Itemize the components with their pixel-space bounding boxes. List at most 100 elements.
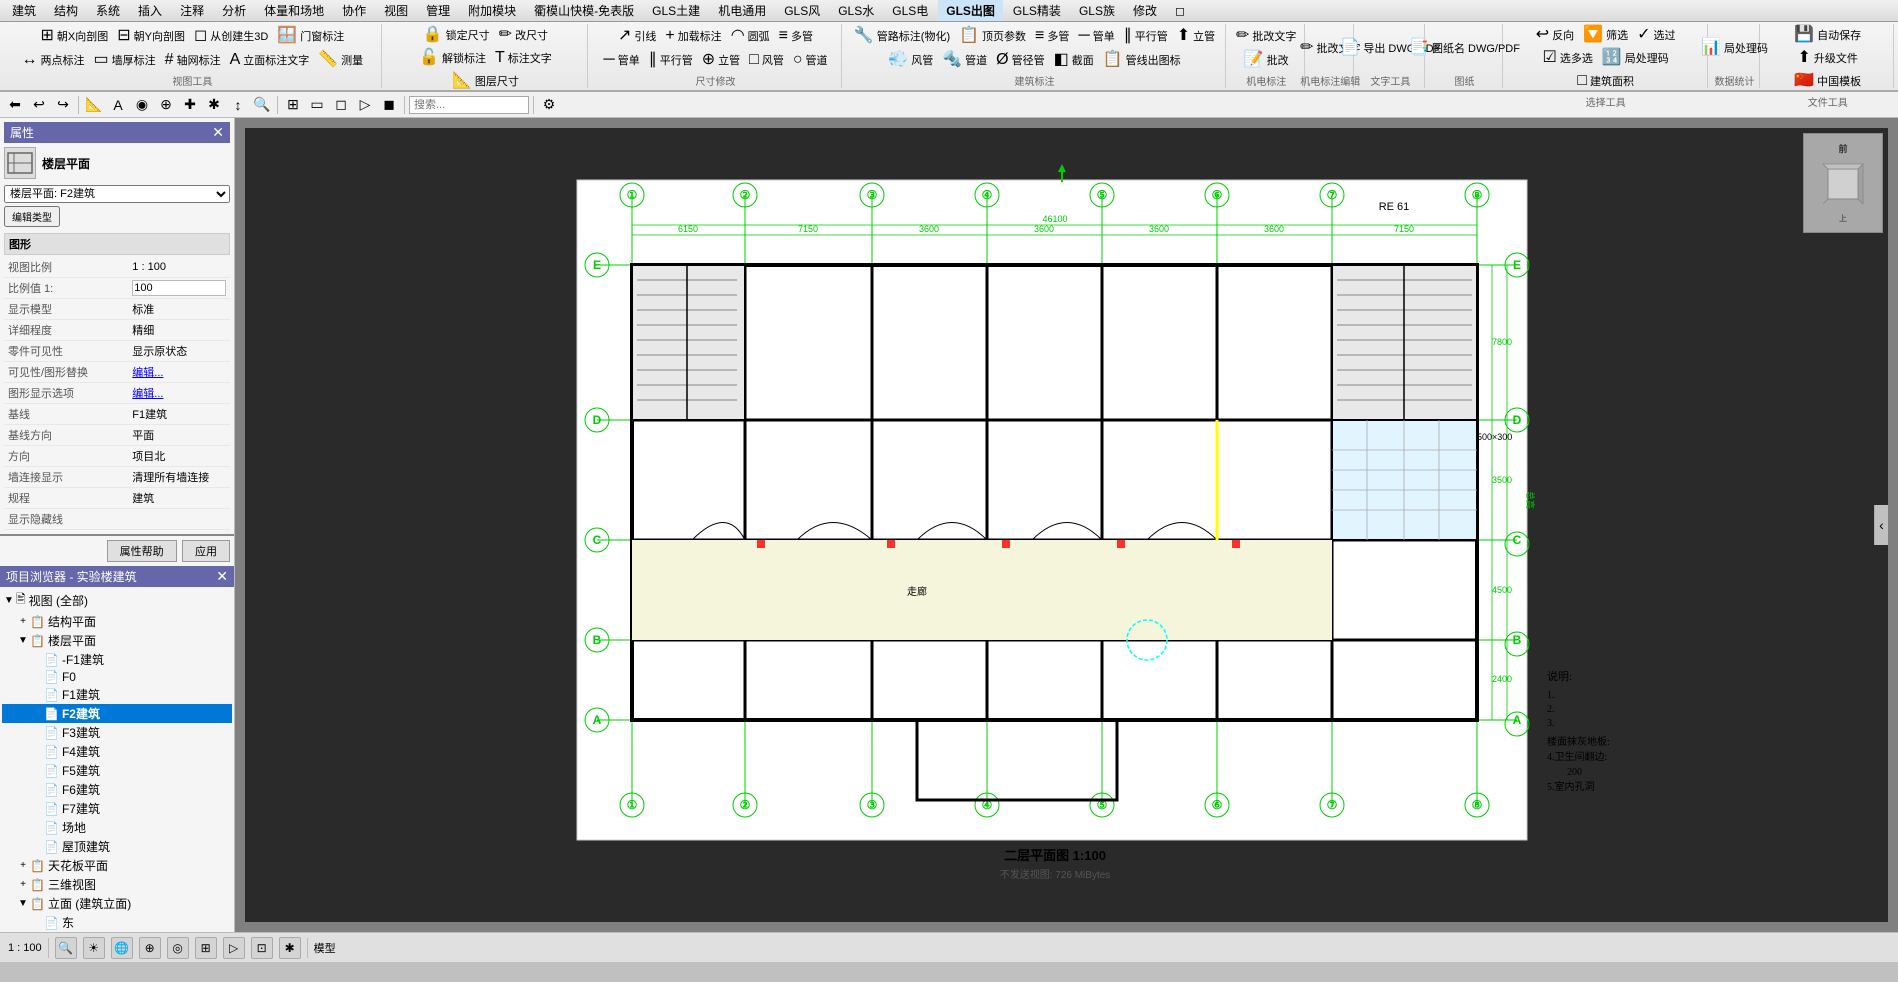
menu-item-注释[interactable]: 注释 bbox=[172, 0, 212, 21]
status-circle-btn[interactable]: ◎ bbox=[167, 937, 189, 959]
nav-cube[interactable]: 前 上 bbox=[1803, 133, 1883, 233]
btn-从创建3D[interactable]: ◻从创建生3D bbox=[190, 25, 272, 47]
btn-图层尺寸[interactable]: 📐图层尺寸 bbox=[448, 70, 523, 92]
tree-item-结构平面[interactable]: + 📋 结构平面 bbox=[2, 612, 232, 631]
tree-item-F1建筑1[interactable]: 📄 -F1建筑 bbox=[2, 650, 232, 669]
visibility-edit-link[interactable]: 编辑... bbox=[132, 367, 163, 379]
btn-中国模板[interactable]: 🇨🇳中国模板 bbox=[1790, 70, 1865, 92]
btn-引线[interactable]: ↗引线 bbox=[614, 25, 660, 47]
btn-朝Y向剖图[interactable]: ⊟朝Y向剖图 bbox=[113, 25, 189, 47]
menu-item-建筑[interactable]: 建筑 bbox=[4, 0, 44, 21]
status-zoom-btn[interactable]: 🔍 bbox=[55, 937, 77, 959]
properties-close-btn[interactable]: ✕ bbox=[212, 124, 224, 141]
tree-item-屋顶建筑[interactable]: 📄 屋顶建筑 bbox=[2, 837, 232, 856]
btn-平行管标注[interactable]: ∥平行管 bbox=[1120, 25, 1172, 47]
tb-rect[interactable]: ▭ bbox=[306, 94, 328, 116]
right-panel-toggle[interactable]: ‹ bbox=[1874, 505, 1888, 545]
prop-type-select[interactable]: 楼层平面: F2建筑 bbox=[4, 185, 230, 203]
tree-item-F0[interactable]: 📄 F0 bbox=[2, 669, 232, 685]
btn-管道标注[interactable]: 🔩管道 bbox=[938, 49, 991, 71]
tree-item-F7建筑[interactable]: 📄 F7建筑 bbox=[2, 799, 232, 818]
tb-box[interactable]: ◻ bbox=[330, 94, 352, 116]
btn-风管标注[interactable]: 💨风管 bbox=[884, 49, 937, 71]
tb-measure[interactable]: 📐 bbox=[83, 94, 105, 116]
tb-text[interactable]: A bbox=[107, 94, 129, 116]
tb-solid[interactable]: ◼ bbox=[378, 94, 400, 116]
tree-item-楼层平面[interactable]: ▼ 📋 楼层平面 bbox=[2, 631, 232, 650]
menu-item-gls风[interactable]: GLS风 bbox=[776, 0, 828, 21]
status-grid-btn[interactable]: ⊞ bbox=[195, 937, 217, 959]
btn-圆弧[interactable]: ◠圆弧 bbox=[727, 25, 774, 47]
btn-改尺寸[interactable]: ✏改尺寸 bbox=[495, 24, 552, 46]
tree-item-天花板平面[interactable]: + 📋 天花板平面 bbox=[2, 856, 232, 875]
btn-批改文字1[interactable]: ✏批改文字 bbox=[1232, 25, 1300, 47]
btn-顶页参数[interactable]: 📋顶页参数 bbox=[955, 25, 1030, 47]
btn-轴网标注[interactable]: #轴网标注 bbox=[161, 49, 225, 71]
status-plus-btn[interactable]: ⊕ bbox=[139, 937, 161, 959]
menu-item-视图[interactable]: 视图 bbox=[376, 0, 416, 21]
btn-自动保存[interactable]: 💾自动保存 bbox=[1790, 24, 1865, 46]
tb-play[interactable]: ▷ bbox=[354, 94, 376, 116]
btn-建筑面积[interactable]: □建筑面积 bbox=[1573, 70, 1638, 92]
tb-grid[interactable]: ⊞ bbox=[282, 94, 304, 116]
menu-item-插入[interactable]: 插入 bbox=[130, 0, 170, 21]
canvas-area[interactable]: .grid-line { stroke: #00cc00; stroke-wid… bbox=[235, 118, 1898, 932]
tree-item-视图全部[interactable]: ▼ 🖹 视图 (全部) bbox=[2, 589, 232, 612]
status-play-btn[interactable]: ▷ bbox=[223, 937, 245, 959]
menu-item-附加[interactable]: 附加模块 bbox=[460, 0, 524, 21]
btn-门窗标注[interactable]: 🪟门窗标注 bbox=[273, 25, 348, 47]
menu-item-系统[interactable]: 系统 bbox=[88, 0, 128, 21]
tree-item-F5建筑[interactable]: 📄 F5建筑 bbox=[2, 761, 232, 780]
tb-redo[interactable]: ↪ bbox=[52, 94, 74, 116]
drawing-viewport[interactable]: .grid-line { stroke: #00cc00; stroke-wid… bbox=[245, 128, 1888, 922]
btn-管线出图[interactable]: 📋管线出图标 bbox=[1099, 49, 1185, 71]
menu-item-gls电[interactable]: GLS电 bbox=[884, 0, 936, 21]
btn-筛选[interactable]: 🔽筛选 bbox=[1579, 24, 1632, 46]
btn-反向[interactable]: ↩反向 bbox=[1532, 24, 1578, 46]
status-globe-btn[interactable]: 🌐 bbox=[111, 937, 133, 959]
tb-point[interactable]: ⊕ bbox=[155, 94, 177, 116]
edit-type-btn[interactable]: 编辑类型 bbox=[4, 206, 60, 227]
btn-两点标注[interactable]: ↔两点标注 bbox=[18, 49, 89, 71]
btn-锁定尺寸[interactable]: 🔒锁定尺寸 bbox=[419, 24, 494, 46]
prop-help-btn[interactable]: 属性帮助 bbox=[107, 540, 177, 562]
btn-管道[interactable]: ○管道 bbox=[789, 49, 832, 71]
btn-多管标注[interactable]: ≡多管 bbox=[1031, 25, 1073, 47]
btn-测量[interactable]: 📏测量 bbox=[314, 49, 367, 71]
search-input[interactable] bbox=[409, 96, 529, 114]
menu-item-gls水[interactable]: GLS水 bbox=[830, 0, 882, 21]
status-star-btn[interactable]: ✱ bbox=[279, 937, 301, 959]
btn-风管[interactable]: □风管 bbox=[745, 49, 788, 71]
btn-管路标注[interactable]: 🔧管路标注(物化) bbox=[850, 25, 954, 47]
tree-item-F3建筑[interactable]: 📄 F3建筑 bbox=[2, 723, 232, 742]
btn-管径管标注[interactable]: Ø管径管 bbox=[992, 49, 1048, 71]
tb-settings[interactable]: ⚙ bbox=[538, 94, 560, 116]
scale-value-input[interactable] bbox=[132, 280, 226, 296]
menu-item-修改[interactable]: 修改 bbox=[1125, 0, 1165, 21]
btn-平行管[interactable]: ∥平行管 bbox=[645, 49, 697, 71]
btn-加载标注[interactable]: +加载标注 bbox=[661, 25, 725, 47]
prop-apply-btn[interactable]: 应用 bbox=[182, 540, 230, 562]
status-box-btn[interactable]: ⊡ bbox=[251, 937, 273, 959]
btn-选过[interactable]: ✓选过 bbox=[1633, 24, 1679, 46]
graphics-edit-link[interactable]: 编辑... bbox=[132, 388, 163, 400]
tree-item-F6建筑[interactable]: 📄 F6建筑 bbox=[2, 780, 232, 799]
menu-item-管理[interactable]: 管理 bbox=[418, 0, 458, 21]
tb-snap[interactable]: ◉ bbox=[131, 94, 153, 116]
menu-item-分析[interactable]: 分析 bbox=[214, 0, 254, 21]
tree-item-F4建筑[interactable]: 📄 F4建筑 bbox=[2, 742, 232, 761]
btn-数据处理[interactable]: 📊局处理码 bbox=[1697, 37, 1772, 59]
menu-item-机电通用[interactable]: 机电通用 bbox=[710, 0, 774, 21]
tree-item-立面建筑立面[interactable]: ▼ 📋 立面 (建筑立面) bbox=[2, 894, 232, 913]
tree-item-场地[interactable]: 📄 场地 bbox=[2, 818, 232, 837]
btn-选多选[interactable]: ☑选多选 bbox=[1539, 47, 1597, 69]
tree-item-东[interactable]: 📄 东 bbox=[2, 913, 232, 932]
btn-立管[interactable]: ⊕立管 bbox=[698, 49, 744, 71]
menu-item-gls精装[interactable]: GLS精装 bbox=[1005, 0, 1069, 21]
prop-section-shape[interactable]: 图形 bbox=[4, 233, 230, 255]
menu-item-gls族[interactable]: GLS族 bbox=[1071, 0, 1123, 21]
btn-批改1[interactable]: 📝批改 bbox=[1240, 49, 1293, 71]
btn-多管[interactable]: ≡多管 bbox=[775, 25, 817, 47]
btn-截面标注[interactable]: ◧截面 bbox=[1050, 49, 1098, 71]
tree-item-F2建筑[interactable]: 📄 F2建筑 bbox=[2, 704, 232, 723]
